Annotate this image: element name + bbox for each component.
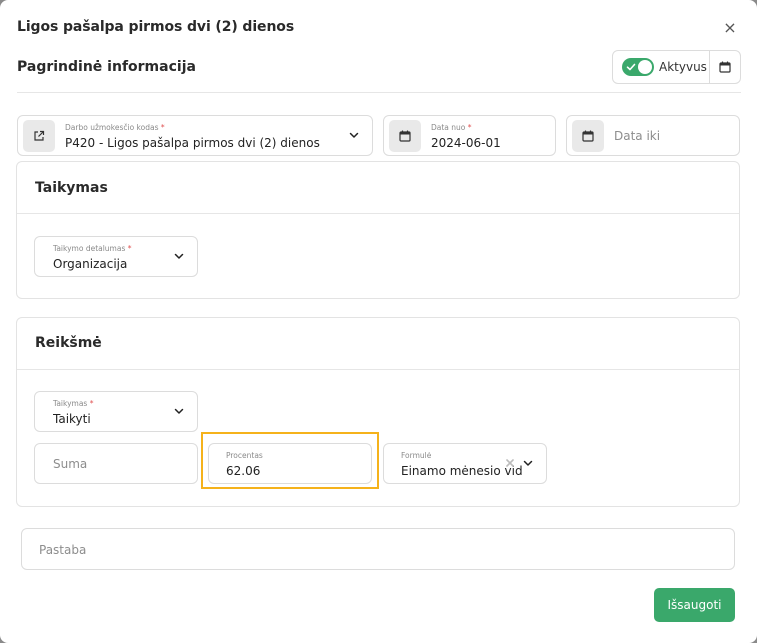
chevron-down-icon (174, 253, 184, 259)
application-label-text: Taikymas (53, 399, 88, 408)
chevron-down-icon (349, 132, 359, 138)
calendar-icon (582, 130, 594, 142)
application-select[interactable]: Taikymas * Taikyti (34, 391, 198, 432)
application-detail-label: Taikymo detalumas * (53, 244, 132, 253)
note-input[interactable]: Pastaba (21, 528, 735, 570)
reiksme-card-title: Reikšmė (35, 335, 102, 351)
percentage-highlight (201, 432, 379, 489)
modal-dialog: Ligos pašalpa pirmos dvi (2) dienos × Pa… (0, 0, 757, 643)
application-detail-value: Organizacija (53, 257, 128, 271)
date-from-calendar-button[interactable] (389, 120, 421, 152)
history-calendar-button[interactable] (710, 51, 740, 83)
toggle-switch[interactable] (622, 58, 654, 76)
calendar-icon (719, 61, 731, 73)
section-title-main-info: Pagrindinė informacija (17, 59, 196, 75)
date-to-calendar-button[interactable] (572, 120, 604, 152)
amount-input[interactable]: Suma (34, 443, 198, 484)
clear-icon[interactable] (505, 458, 515, 468)
date-from-label: Data nuo * (431, 123, 472, 132)
close-icon[interactable]: × (722, 20, 738, 36)
date-from-label-text: Data nuo (431, 123, 466, 132)
save-button[interactable]: Išsaugoti (654, 588, 735, 622)
toggle-knob (638, 60, 652, 74)
pay-code-value: P420 - Ligos pašalpa pirmos dvi (2) dien… (65, 136, 320, 150)
taikymas-card: Taikymas Taikymo detalumas * Organizacij… (16, 161, 740, 299)
chevron-down-icon (174, 408, 184, 414)
calendar-icon (399, 130, 411, 142)
required-mark: * (467, 123, 472, 132)
application-label: Taikymas * (53, 399, 93, 408)
application-value: Taikyti (53, 412, 91, 426)
open-pay-code-button[interactable] (23, 120, 55, 152)
modal-title: Ligos pašalpa pirmos dvi (2) dienos (17, 19, 295, 35)
required-mark: * (89, 399, 94, 408)
active-toggle-group: Aktyvus (612, 50, 741, 84)
amount-placeholder: Suma (53, 457, 88, 471)
header-divider (17, 92, 741, 93)
application-detail-select[interactable]: Taikymo detalumas * Organizacija (34, 236, 198, 277)
date-from-field[interactable]: Data nuo * 2024-06-01 (383, 115, 556, 156)
active-toggle[interactable]: Aktyvus (613, 51, 710, 83)
pay-code-label: Darbo užmokesčio kodas * (65, 123, 165, 132)
pay-code-label-text: Darbo užmokesčio kodas (65, 123, 159, 132)
check-icon (626, 63, 636, 71)
required-mark: * (160, 123, 165, 132)
chevron-down-icon (523, 460, 533, 466)
active-toggle-label: Aktyvus (659, 60, 707, 74)
required-mark: * (127, 244, 132, 253)
card-divider (17, 369, 739, 370)
date-to-placeholder: Data iki (614, 129, 661, 143)
pay-code-select[interactable]: Darbo užmokesčio kodas * P420 - Ligos pa… (17, 115, 373, 156)
card-divider (17, 213, 739, 214)
external-link-icon (34, 130, 45, 141)
taikymas-card-title: Taikymas (35, 180, 108, 196)
formula-select[interactable]: Formulė Einamo mėnesio vidur (383, 443, 547, 484)
date-to-field[interactable]: Data iki (566, 115, 740, 156)
note-placeholder: Pastaba (39, 543, 87, 557)
formula-value: Einamo mėnesio vidur (401, 464, 522, 478)
application-detail-label-text: Taikymo detalumas (53, 244, 126, 253)
formula-label: Formulė (401, 451, 432, 460)
date-from-value: 2024-06-01 (431, 136, 501, 150)
